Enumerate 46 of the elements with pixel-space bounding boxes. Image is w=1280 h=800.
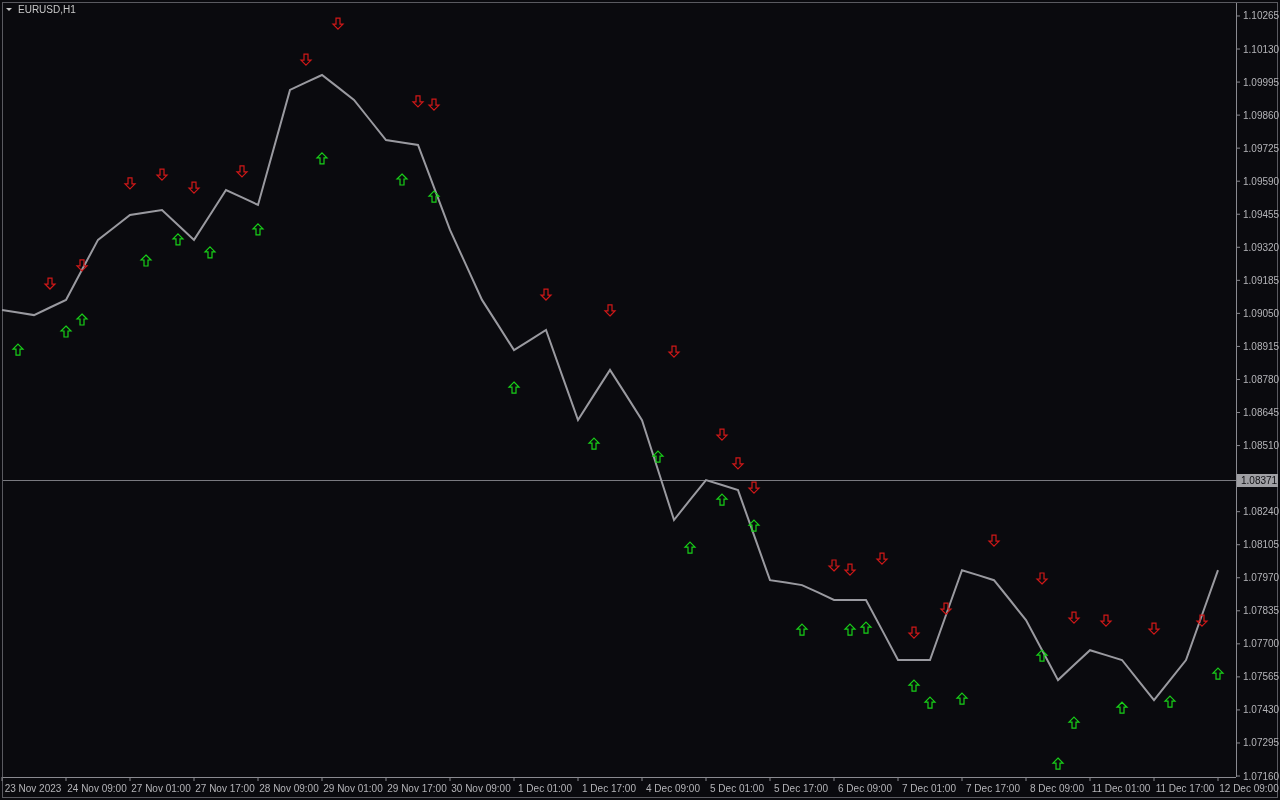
price-axis-label: 1.08645 [1243,407,1280,418]
time-axis-label: 4 Dec 09:00 [646,783,700,794]
price-axis-label: 1.08240 [1243,506,1280,518]
time-axis-label: 23 Nov 2023 [4,783,62,794]
price-axis-label: 1.09860 [1243,109,1280,121]
time-axis-label: 5 Dec 01:00 [710,783,764,794]
price-axis-label: 1.07160 [1243,770,1280,782]
price-axis-label: 1.07700 [1243,638,1280,650]
price-axis-label: 1.08510 [1243,440,1280,452]
price-axis-label: 1.07970 [1243,572,1280,584]
time-axis-label: 29 Nov 17:00 [387,783,447,794]
ref-line-label: 1.08371 [1241,475,1278,486]
price-axis-label: 1.08105 [1243,539,1280,551]
time-axis-label: 7 Dec 17:00 [966,783,1020,794]
price-axis-label: 1.09725 [1243,142,1280,154]
time-axis-label: 27 Nov 17:00 [195,783,255,794]
time-axis-label: 1 Dec 01:00 [518,783,572,794]
price-axis-label: 1.08915 [1243,340,1280,352]
time-axis-label: 6 Dec 09:00 [838,783,892,794]
current-price-tag: 1.08371 [1237,474,1278,487]
price-axis-label: 1.09050 [1243,307,1280,319]
time-axis-label: 27 Nov 01:00 [131,783,191,794]
price-axis-label: 1.09995 [1243,76,1280,88]
price-axis-label: 1.09320 [1243,241,1280,253]
price-axis-label: 1.07565 [1243,671,1280,683]
time-axis-label: 11 Dec 01:00 [1091,783,1151,794]
price-axis-label: 1.08780 [1243,373,1280,385]
time-axis-label: 5 Dec 17:00 [774,783,828,794]
time-axis-label: 8 Dec 09:00 [1030,783,1084,794]
price-axis-label: 1.07430 [1243,704,1280,716]
time-axis-label: 28 Nov 09:00 [259,783,319,794]
time-axis-label: 12 Dec 09:00 [1219,783,1279,794]
chart-symbol-label: EURUSD,H1 [18,4,76,15]
price-axis-label: 1.10130 [1243,43,1280,55]
time-axis-label: 11 Dec 17:00 [1155,783,1215,794]
time-axis-label: 1 Dec 17:00 [582,783,636,794]
price-axis-label: 1.10265 [1243,10,1280,22]
time-axis-label: 24 Nov 09:00 [67,783,127,794]
time-axis-label: 30 Nov 09:00 [451,783,511,794]
price-axis-label: 1.09590 [1243,175,1280,187]
price-axis-label: 1.07295 [1243,737,1280,749]
price-axis-label: 1.09185 [1243,274,1280,286]
time-axis-label: 29 Nov 01:00 [323,783,383,794]
price-axis-label: 1.09455 [1243,208,1280,220]
time-axis-label: 7 Dec 01:00 [902,783,956,794]
price-axis-label: 1.07835 [1243,605,1280,617]
